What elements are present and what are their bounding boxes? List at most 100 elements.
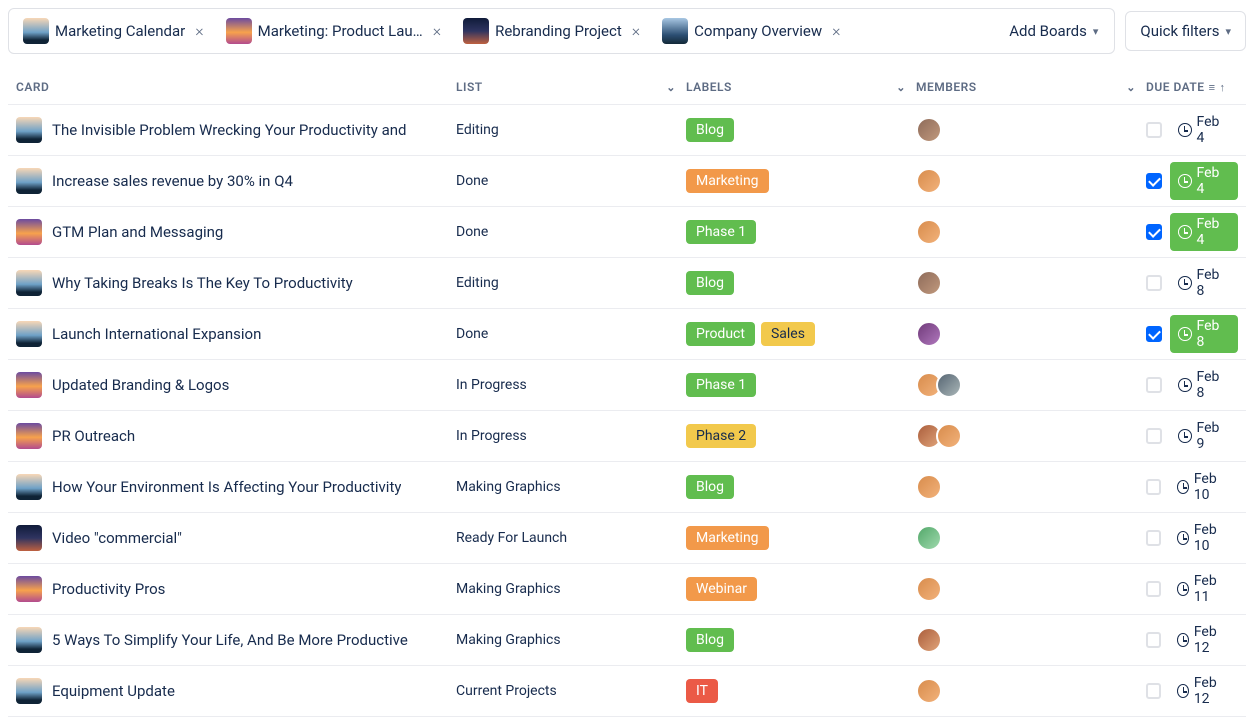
table-row[interactable]: PR OutreachIn ProgressPhase 2Feb 9 (8, 411, 1246, 462)
due-date-text: Feb 10 (1194, 522, 1230, 554)
label-badge[interactable]: Blog (686, 118, 734, 142)
complete-checkbox[interactable] (1146, 122, 1162, 138)
due-date-text: Feb 8 (1197, 369, 1231, 401)
labels-cell: Marketing (686, 169, 906, 193)
col-due-date[interactable]: DUE DATE ≡ ↑ (1146, 80, 1238, 94)
complete-checkbox[interactable] (1146, 275, 1162, 291)
labels-cell: Phase 2 (686, 424, 906, 448)
table-row[interactable]: Why Taking Breaks Is The Key To Producti… (8, 258, 1246, 309)
table-row[interactable]: Equipment UpdateCurrent ProjectsITFeb 12 (8, 666, 1246, 717)
due-date-badge[interactable]: Feb 4 (1170, 162, 1238, 200)
quick-filters-button[interactable]: Quick filters ▾ (1125, 11, 1246, 51)
avatar[interactable] (916, 168, 942, 194)
label-badge[interactable]: Product (686, 322, 755, 346)
table-row[interactable]: Video "commercial"Ready For LaunchMarket… (8, 513, 1246, 564)
label-badge[interactable]: Phase 1 (686, 373, 756, 397)
quick-filters-label: Quick filters (1140, 22, 1219, 40)
board-tab[interactable]: Marketing: Product Lau…× (220, 15, 451, 47)
avatar[interactable] (936, 423, 962, 449)
table-row[interactable]: How Your Environment Is Affecting Your P… (8, 462, 1246, 513)
avatar[interactable] (916, 525, 942, 551)
col-labels[interactable]: LABELS ⌄ (686, 80, 906, 94)
due-date-text: Feb 4 (1197, 114, 1231, 146)
complete-checkbox[interactable] (1146, 479, 1161, 495)
label-badge[interactable]: Phase 2 (686, 424, 756, 448)
list-value: In Progress (456, 428, 527, 444)
board-tab[interactable]: Marketing Calendar × (17, 15, 214, 47)
chevron-down-icon: ⌄ (1126, 81, 1136, 94)
col-list[interactable]: LIST ⌄ (456, 80, 676, 94)
due-cell: Feb 8 (1146, 264, 1238, 302)
due-date-text: Feb 11 (1194, 573, 1230, 605)
avatar[interactable] (936, 372, 962, 398)
complete-checkbox[interactable] (1146, 224, 1162, 240)
table-header: CARD LIST ⌄ LABELS ⌄ MEMBERS ⌄ DUE DATE … (8, 72, 1246, 105)
due-date-badge[interactable]: Feb 8 (1170, 366, 1238, 404)
card-title: Why Taking Breaks Is The Key To Producti… (52, 274, 353, 292)
close-icon[interactable]: × (828, 23, 844, 39)
complete-checkbox[interactable] (1146, 632, 1161, 648)
close-icon[interactable]: × (628, 23, 644, 39)
card-thumbnail (16, 372, 42, 398)
complete-checkbox[interactable] (1146, 530, 1161, 546)
label-badge[interactable]: Blog (686, 271, 734, 295)
label-badge[interactable]: Blog (686, 628, 734, 652)
due-date-badge[interactable]: Feb 8 (1170, 315, 1238, 353)
label-badge[interactable]: Webinar (686, 577, 757, 601)
label-badge[interactable]: Blog (686, 475, 734, 499)
complete-checkbox[interactable] (1146, 581, 1161, 597)
avatar[interactable] (916, 576, 942, 602)
col-members[interactable]: MEMBERS ⌄ (916, 80, 1136, 94)
table-row[interactable]: 5 Ways To Simplify Your Life, And Be Mor… (8, 615, 1246, 666)
card-cell: How Your Environment Is Affecting Your P… (16, 474, 446, 500)
label-badge[interactable]: Sales (761, 322, 815, 346)
avatar[interactable] (916, 474, 942, 500)
due-date-badge[interactable]: Feb 10 (1169, 519, 1239, 557)
complete-checkbox[interactable] (1146, 428, 1162, 444)
filter-icon: ≡ (1209, 81, 1216, 94)
table-row[interactable]: Launch International ExpansionDoneProduc… (8, 309, 1246, 360)
label-badge[interactable]: Phase 1 (686, 220, 756, 244)
table-row[interactable]: The Invisible Problem Wrecking Your Prod… (8, 105, 1246, 156)
card-cell: Increase sales revenue by 30% in Q4 (16, 168, 446, 194)
due-date-badge[interactable]: Feb 4 (1170, 111, 1238, 149)
col-card[interactable]: CARD (16, 80, 446, 94)
board-tab[interactable]: Company Overview× (656, 15, 850, 47)
due-date-badge[interactable]: Feb 4 (1170, 213, 1238, 251)
table-row[interactable]: Updated Branding & LogosIn ProgressPhase… (8, 360, 1246, 411)
avatar[interactable] (916, 321, 942, 347)
label-badge[interactable]: Marketing (686, 526, 769, 550)
list-cell: In Progress (456, 428, 676, 444)
complete-checkbox[interactable] (1146, 173, 1162, 189)
table-row[interactable]: Productivity ProsMaking GraphicsWebinarF… (8, 564, 1246, 615)
members-cell (916, 576, 1136, 602)
due-date-badge[interactable]: Feb 10 (1169, 468, 1239, 506)
avatar[interactable] (916, 678, 942, 704)
board-tab-label: Marketing Calendar (55, 22, 185, 40)
board-tab-label: Rebranding Project (495, 22, 622, 40)
add-boards-button[interactable]: Add Boards ▾ (1001, 18, 1106, 44)
due-date-badge[interactable]: Feb 12 (1169, 672, 1239, 710)
close-icon[interactable]: × (429, 23, 445, 39)
due-date-badge[interactable]: Feb 11 (1169, 570, 1239, 608)
label-badge[interactable]: IT (686, 679, 718, 703)
table-row[interactable]: GTM Plan and MessagingDonePhase 1Feb 4 (8, 207, 1246, 258)
avatar[interactable] (916, 219, 942, 245)
avatar[interactable] (916, 117, 942, 143)
complete-checkbox[interactable] (1146, 326, 1162, 342)
due-date-badge[interactable]: Feb 9 (1170, 417, 1238, 455)
table-row[interactable]: Increase sales revenue by 30% in Q4DoneM… (8, 156, 1246, 207)
members-cell (916, 219, 1136, 245)
due-date-badge[interactable]: Feb 12 (1169, 621, 1239, 659)
board-tab[interactable]: Rebranding Project × (457, 15, 650, 47)
due-date-badge[interactable]: Feb 8 (1170, 264, 1238, 302)
avatar[interactable] (916, 270, 942, 296)
complete-checkbox[interactable] (1146, 683, 1161, 699)
card-title: Increase sales revenue by 30% in Q4 (52, 172, 293, 190)
list-cell: Ready For Launch (456, 530, 676, 546)
close-icon[interactable]: × (191, 23, 207, 39)
label-badge[interactable]: Marketing (686, 169, 769, 193)
list-value: Editing (456, 275, 499, 291)
complete-checkbox[interactable] (1146, 377, 1162, 393)
avatar[interactable] (916, 627, 942, 653)
